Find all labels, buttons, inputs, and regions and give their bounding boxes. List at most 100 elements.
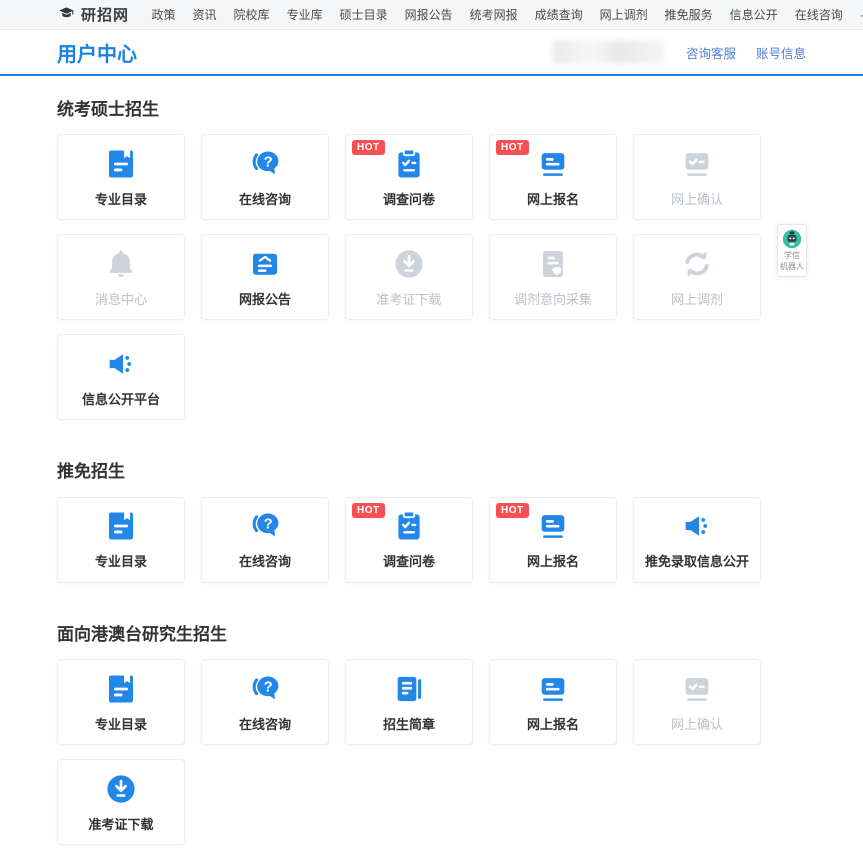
page-header: 用户中心 咨询客服账号信息 <box>0 30 863 76</box>
header-link[interactable]: 咨询客服 <box>686 43 736 62</box>
username-redacted <box>552 41 664 63</box>
feature-card[interactable]: 信息公开平台 <box>57 334 185 420</box>
nav-item[interactable]: 在线咨询 <box>786 6 851 23</box>
signup-icon <box>536 672 570 706</box>
feature-card-label: 准考证下载 <box>376 289 441 308</box>
svg-text:?: ? <box>264 517 273 533</box>
speaker-icon <box>680 509 714 543</box>
robot-helper-label: 学信 机器人 <box>779 251 805 273</box>
feature-card-label: 网上确认 <box>671 189 723 208</box>
nav-item[interactable]: 网上调剂 <box>591 6 656 23</box>
nav-item[interactable]: 专业库 <box>278 6 331 23</box>
download-icon <box>392 247 426 281</box>
section-title: 统考硕士招生 <box>57 100 806 120</box>
feature-card: 消息中心 <box>57 234 185 320</box>
feature-card[interactable]: 招生简章 <box>345 659 473 745</box>
section-title: 推免招生 <box>57 462 806 482</box>
feature-card-label: 招生简章 <box>383 714 435 733</box>
feature-card-label: 在线咨询 <box>239 551 291 570</box>
signup-icon <box>536 509 570 543</box>
bell-icon <box>104 247 138 281</box>
nav-menu: 政策资讯院校库专业库硕士目录网报公告统考网报成绩查询网上调剂推免服务信息公开在线… <box>143 6 863 23</box>
card-grid: 专业目录?在线咨询HOT调查问卷HOT网上报名网上确认消息中心网报公告准考证下载… <box>57 134 763 420</box>
feature-card[interactable]: 网上报名 <box>489 659 617 745</box>
robot-avatar-icon <box>782 229 802 249</box>
feature-card[interactable]: 专业目录 <box>57 497 185 583</box>
section: 推免招生专业目录? 在线咨询 HOT 调查问卷 HOT网上报名推免录取信息公开 <box>57 462 806 582</box>
feature-card-label: 准考证下载 <box>88 814 153 833</box>
signup-icon <box>536 147 570 181</box>
feature-card-label: 网上报名 <box>527 551 579 570</box>
feature-card[interactable]: HOT调查问卷 <box>345 134 473 220</box>
feature-card[interactable]: 专业目录 <box>57 134 185 220</box>
chat-icon: ? <box>248 147 282 181</box>
collect-icon <box>536 247 570 281</box>
nav-item[interactable]: 网报公告 <box>396 6 461 23</box>
feature-card[interactable]: HOT 调查问卷 <box>345 497 473 583</box>
feature-card-label: 推免录取信息公开 <box>645 551 749 570</box>
robot-helper-widget[interactable]: 学信 机器人 <box>777 224 807 277</box>
nav-item[interactable]: 统考网报 <box>461 6 526 23</box>
graduation-cap-icon <box>57 5 76 24</box>
header-link[interactable]: 账号信息 <box>756 43 806 62</box>
nav-item[interactable]: 成绩查询 <box>526 6 591 23</box>
confirm-icon <box>680 147 714 181</box>
nav-item[interactable]: 信息公开 <box>721 6 786 23</box>
download-icon <box>104 772 138 806</box>
feature-card[interactable]: HOT网上报名 <box>489 134 617 220</box>
catalog-icon <box>104 509 138 543</box>
guide-icon <box>392 672 426 706</box>
card-grid: 专业目录 ?在线咨询招生简章 网上报名 网上确认准考证下载 <box>57 659 763 845</box>
feature-card-label: 调剂意向采集 <box>514 289 592 308</box>
catalog-icon <box>104 672 138 706</box>
feature-card-label: 网上确认 <box>671 714 723 733</box>
site-logo-text: 研招网 <box>81 4 129 25</box>
site-logo[interactable]: 研招网 <box>57 4 129 25</box>
refresh-icon <box>680 247 714 281</box>
catalog-icon <box>104 147 138 181</box>
confirm-icon <box>680 672 714 706</box>
feature-card-label: 专业目录 <box>95 714 147 733</box>
svg-text:?: ? <box>264 154 273 170</box>
chat-icon: ? <box>248 672 282 706</box>
feature-card[interactable]: ? 在线咨询 <box>201 497 329 583</box>
feature-card: 网上确认 <box>633 659 761 745</box>
feature-card-label: 网上报名 <box>527 714 579 733</box>
svg-text:?: ? <box>264 679 273 695</box>
notice-icon <box>248 247 282 281</box>
feature-card-label: 专业目录 <box>95 551 147 570</box>
feature-card: 网上确认 <box>633 134 761 220</box>
header-right: 咨询客服 账号信息 <box>552 41 806 63</box>
feature-card[interactable]: 专业目录 <box>57 659 185 745</box>
card-grid: 专业目录? 在线咨询 HOT 调查问卷 HOT网上报名推免录取信息公开 <box>57 497 763 583</box>
feature-card-label: 调查问卷 <box>383 551 435 570</box>
nav-item[interactable]: 院校库 <box>225 6 278 23</box>
section: 面向港澳台研究生招生专业目录?在线咨询招生简章网上报名网上确认准考证下载 <box>57 625 806 845</box>
feature-card-label: 消息中心 <box>95 289 147 308</box>
main-content: 统考硕士招生专业目录?在线咨询HOT调查问卷HOT网上报名网上确认消息中心网报公… <box>0 100 863 845</box>
feature-card[interactable]: HOT网上报名 <box>489 497 617 583</box>
feature-card[interactable]: 推免录取信息公开 <box>633 497 761 583</box>
nav-item[interactable]: 硕士目录 <box>331 6 396 23</box>
feature-card-label: 网上调剂 <box>671 289 723 308</box>
feature-card[interactable]: ? 在线咨询 <box>201 134 329 220</box>
hot-badge: HOT <box>496 140 529 155</box>
feature-card-label: 在线咨询 <box>239 189 291 208</box>
feature-card-label: 调查问卷 <box>383 189 435 208</box>
hot-badge: HOT <box>352 503 385 518</box>
feature-card[interactable]: ?在线咨询 <box>201 659 329 745</box>
feature-card: 准考证下载 <box>345 234 473 320</box>
feature-card[interactable]: 网报公告 <box>201 234 329 320</box>
nav-item[interactable]: 推免服务 <box>656 6 721 23</box>
feature-card[interactable]: 准考证下载 <box>57 759 185 845</box>
survey-icon <box>392 147 426 181</box>
feature-card-label: 信息公开平台 <box>82 389 160 408</box>
nav-more[interactable]: ··· <box>851 8 863 22</box>
feature-card-label: 网报公告 <box>239 289 291 308</box>
feature-card: 调剂意向采集 <box>489 234 617 320</box>
nav-item[interactable]: 政策 <box>143 6 184 23</box>
top-navbar: 研招网 政策资讯院校库专业库硕士目录网报公告统考网报成绩查询网上调剂推免服务信息… <box>0 0 863 30</box>
nav-item[interactable]: 资讯 <box>184 6 225 23</box>
section: 统考硕士招生专业目录?在线咨询HOT调查问卷HOT网上报名网上确认消息中心网报公… <box>57 100 806 420</box>
speaker-icon <box>104 347 138 381</box>
